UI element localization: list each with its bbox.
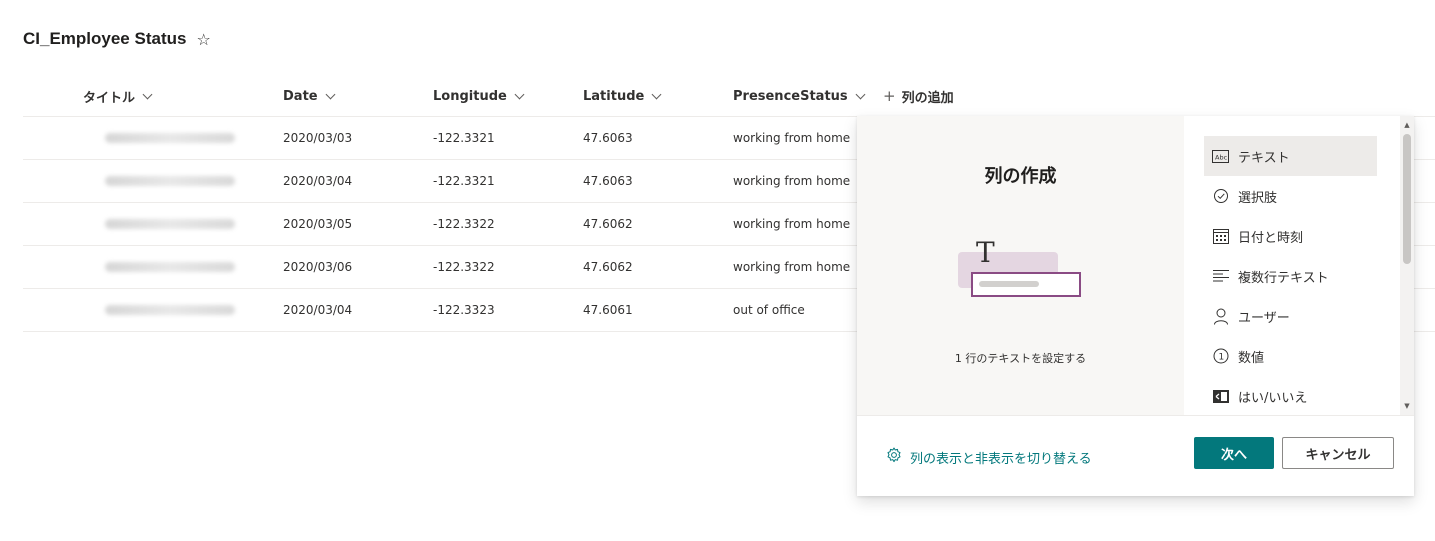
- column-type-datetime[interactable]: 日付と時刻: [1204, 216, 1377, 256]
- create-column-panel: 列の作成 T 1 行のテキストを設定する Abc テキスト 選択肢 日付と時刻 …: [857, 116, 1414, 496]
- column-type-multiline[interactable]: 複数行テキスト: [1204, 256, 1377, 296]
- column-header-label: PresenceStatus: [733, 88, 848, 104]
- text-type-illustration-icon: T: [976, 236, 995, 269]
- chevron-down-icon: [651, 89, 662, 99]
- add-column-label: 列の追加: [901, 90, 954, 106]
- person-icon: [1212, 308, 1229, 325]
- redacted-text: [105, 133, 235, 143]
- list-page: CI_Employee Status ☆ タイトル Date Longitude…: [0, 0, 1435, 541]
- chevron-down-icon: [142, 89, 153, 99]
- cell-title-redacted: [23, 133, 283, 143]
- column-type-choice[interactable]: 選択肢: [1204, 176, 1377, 216]
- add-column-button[interactable]: + 列の追加: [883, 87, 954, 106]
- cell-longitude: -122.3321: [433, 174, 495, 188]
- column-type-label: 複数行テキスト: [1238, 270, 1329, 286]
- calendar-icon: [1212, 228, 1229, 245]
- column-type-yes-no[interactable]: はい/いいえ: [1204, 376, 1377, 415]
- cell-title-redacted: [23, 176, 283, 186]
- type-list-scrollbar[interactable]: ▲ ▼: [1400, 116, 1414, 415]
- column-header-label: Longitude: [433, 88, 507, 104]
- cell-date: 2020/03/03: [283, 131, 353, 145]
- column-header-label: Latitude: [583, 88, 645, 104]
- column-header-title[interactable]: タイトル: [23, 87, 283, 106]
- scroll-down-arrow-icon[interactable]: ▼: [1400, 399, 1414, 413]
- column-headers: タイトル Date Longitude Latitude PresenceSta…: [23, 76, 1435, 116]
- column-header-label: Date: [283, 88, 318, 104]
- cell-date: 2020/03/06: [283, 260, 353, 274]
- text-type-icon: Abc: [1212, 148, 1229, 165]
- chevron-down-icon: [325, 89, 336, 99]
- number-icon: 1: [1212, 348, 1229, 365]
- preview-input-illustration: [971, 272, 1081, 297]
- column-type-label: ユーザー: [1238, 310, 1290, 326]
- cell-longitude: -122.3322: [433, 260, 495, 274]
- svg-text:1: 1: [1218, 353, 1224, 363]
- column-header-longitude[interactable]: Longitude: [433, 89, 583, 104]
- cell-title-redacted: [23, 305, 283, 315]
- cell-longitude: -122.3322: [433, 217, 495, 231]
- multiline-text-icon: [1212, 268, 1229, 285]
- column-type-preview: 列の作成 T 1 行のテキストを設定する: [857, 116, 1184, 415]
- column-header-presence-status[interactable]: PresenceStatus: [733, 89, 883, 104]
- column-header-date[interactable]: Date: [283, 89, 433, 104]
- cell-latitude: 47.6063: [583, 131, 633, 145]
- svg-text:Abc: Abc: [1215, 153, 1228, 161]
- chevron-down-icon: [514, 89, 525, 99]
- placeholder-bar: [979, 281, 1039, 287]
- cancel-button[interactable]: キャンセル: [1282, 437, 1394, 469]
- cell-title-redacted: [23, 262, 283, 272]
- gear-icon: [886, 447, 902, 467]
- list-title: CI_Employee Status: [23, 29, 187, 48]
- yes-no-icon: [1212, 388, 1229, 405]
- column-type-label: テキスト: [1238, 150, 1290, 166]
- redacted-text: [105, 305, 235, 315]
- cell-latitude: 47.6062: [583, 260, 633, 274]
- cell-longitude: -122.3323: [433, 303, 495, 317]
- column-type-label: 選択肢: [1238, 190, 1278, 206]
- column-type-label: 日付と時刻: [1238, 230, 1304, 246]
- cell-longitude: -122.3321: [433, 131, 495, 145]
- panel-title: 列の作成: [984, 166, 1057, 187]
- preview-description: 1 行のテキストを設定する: [954, 352, 1087, 365]
- toggle-columns-link[interactable]: 列の表示と非表示を切り替える: [886, 447, 1092, 467]
- list-header: CI_Employee Status ☆: [23, 29, 211, 49]
- scrollbar-thumb[interactable]: [1403, 134, 1411, 264]
- cell-latitude: 47.6062: [583, 217, 633, 231]
- cell-latitude: 47.6061: [583, 303, 633, 317]
- cell-latitude: 47.6063: [583, 174, 633, 188]
- column-header-latitude[interactable]: Latitude: [583, 89, 733, 104]
- star-icon[interactable]: ☆: [196, 30, 210, 49]
- toggle-columns-label: 列の表示と非表示を切り替える: [910, 451, 1092, 467]
- cell-date: 2020/03/04: [283, 303, 353, 317]
- column-type-person[interactable]: ユーザー: [1204, 296, 1377, 336]
- choice-check-icon: [1212, 188, 1229, 205]
- next-button[interactable]: 次へ: [1194, 437, 1274, 469]
- column-type-number[interactable]: 1 数値: [1204, 336, 1377, 376]
- cell-title-redacted: [23, 219, 283, 229]
- cell-date: 2020/03/05: [283, 217, 353, 231]
- plus-icon: +: [883, 87, 896, 105]
- redacted-text: [105, 262, 235, 272]
- chevron-down-icon: [855, 89, 866, 99]
- column-type-list: Abc テキスト 選択肢 日付と時刻 複数行テキスト ユーザー 1 数値 はい/…: [1184, 116, 1400, 415]
- column-type-label: はい/いいえ: [1238, 390, 1308, 406]
- scroll-up-arrow-icon[interactable]: ▲: [1400, 118, 1414, 132]
- redacted-text: [105, 219, 235, 229]
- column-header-label: タイトル: [83, 90, 136, 106]
- column-type-text[interactable]: Abc テキスト: [1204, 136, 1377, 176]
- redacted-text: [105, 176, 235, 186]
- column-type-label: 数値: [1238, 350, 1265, 366]
- panel-footer: 列の表示と非表示を切り替える 次へ キャンセル: [857, 415, 1414, 496]
- cell-date: 2020/03/04: [283, 174, 353, 188]
